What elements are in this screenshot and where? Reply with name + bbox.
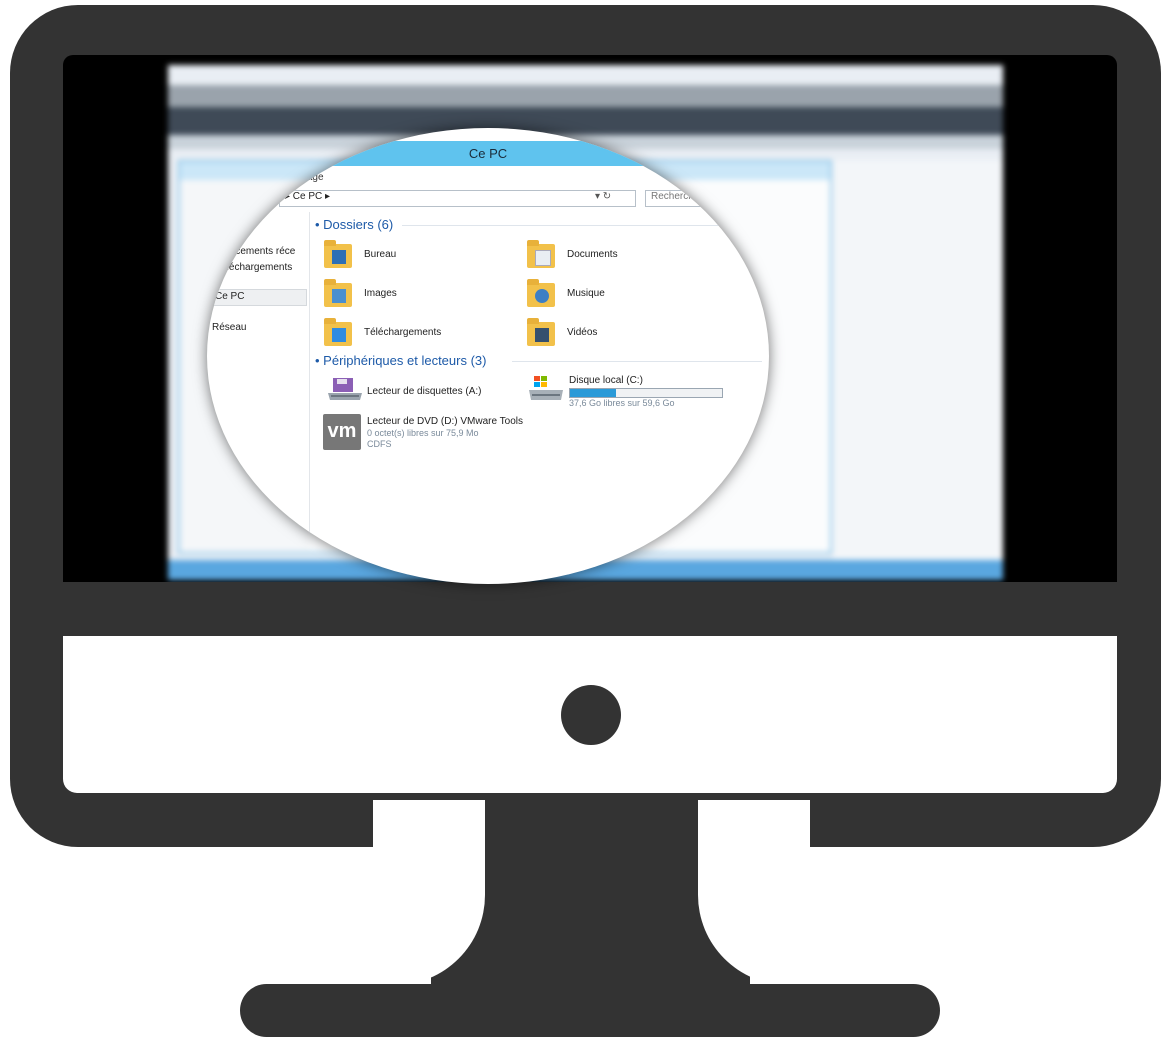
folders-section-header[interactable]: • Dossiers (6)	[315, 217, 393, 232]
documents-folder-icon	[527, 240, 555, 268]
local-disk-space: 37,6 Go libres sur 59,6 Go	[569, 398, 675, 408]
section-divider	[512, 361, 762, 362]
devices-section-label: Périphériques et lecteurs (3)	[323, 353, 487, 368]
magnifier-lens: Ce PC Affichage ▸ Ce PC ▸ ▾ ↻ Rechercher…	[207, 128, 769, 584]
devices-section-header[interactable]: • Périphériques et lecteurs (3)	[315, 353, 486, 368]
pictures-folder-icon	[324, 279, 352, 307]
menu-affichage[interactable]: Affichage	[282, 172, 324, 183]
folder-label: Musique	[567, 288, 605, 299]
dvd-drive-label[interactable]: Lecteur de DVD (D:) VMware Tools	[367, 416, 523, 427]
music-folder-icon	[527, 279, 555, 307]
dvd-drive-filesystem: CDFS	[367, 439, 392, 449]
background-right-panel	[833, 160, 1003, 560]
disk-usage-bar	[569, 388, 723, 398]
folder-label: Images	[364, 288, 397, 299]
refresh-icon[interactable]: ▾ ↻	[595, 191, 611, 202]
address-breadcrumb[interactable]: ▸ Ce PC ▸	[285, 191, 330, 202]
folders-section-label: Dossiers (6)	[323, 217, 394, 232]
monitor-stand-base	[240, 984, 940, 1037]
folder-label: Bureau	[364, 249, 397, 260]
downloads-folder-icon	[324, 318, 352, 346]
browser-title-bar	[168, 85, 1003, 107]
window-title: Ce PC	[207, 141, 769, 166]
dvd-drive-space: 0 octet(s) libres sur 75,9 Mo	[367, 428, 479, 438]
nav-item-downloads[interactable]: Téléchargements	[215, 262, 292, 273]
nav-item-recent[interactable]: Emplacements réce	[207, 246, 295, 257]
floppy-drive-icon	[328, 378, 362, 400]
vm-logo-icon: vm	[323, 414, 361, 450]
power-button-icon	[561, 685, 621, 745]
nav-item-network[interactable]: Réseau	[212, 322, 246, 333]
search-placeholder: Rechercher	[651, 191, 703, 202]
local-disk-label[interactable]: Disque local (C:)	[569, 375, 643, 386]
address-bar[interactable]	[279, 190, 636, 207]
disk-usage-fill	[570, 389, 616, 397]
browser-toolbar	[168, 107, 1003, 135]
section-divider	[402, 225, 762, 226]
pane-divider	[309, 212, 310, 584]
folder-label: Vidéos	[567, 327, 598, 338]
videos-folder-icon	[527, 318, 555, 346]
desktop-folder-icon	[324, 240, 352, 268]
hard-drive-icon	[529, 376, 563, 400]
nav-item-this-pc[interactable]: Ce PC	[215, 291, 244, 302]
floppy-drive-label[interactable]: Lecteur de disquettes (A:)	[367, 386, 482, 397]
folder-label: Téléchargements	[364, 327, 442, 338]
folder-label: Documents	[567, 249, 618, 260]
